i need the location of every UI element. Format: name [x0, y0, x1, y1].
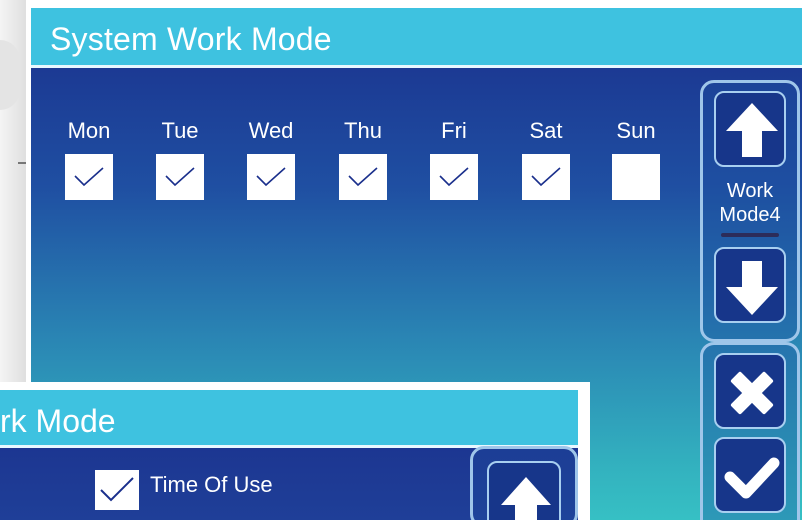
checkmark-icon	[531, 167, 561, 187]
mode-label: Work Mode4	[708, 179, 792, 227]
title-bar: System Work Mode	[31, 8, 802, 68]
action-button-group	[700, 342, 800, 520]
mode-label-line1: Work	[726, 180, 774, 202]
overlay-title-bar: rk Mode	[0, 390, 578, 448]
day-thu: Thu	[333, 118, 393, 200]
checkmark-icon	[348, 167, 378, 187]
checkmark-icon	[165, 167, 195, 187]
day-tue: Tue	[150, 118, 210, 200]
day-label: Sat	[529, 118, 563, 143]
day-label: Fri	[441, 118, 467, 143]
overlay-title: rk Mode	[0, 403, 116, 439]
overlay-up-button[interactable]	[487, 461, 561, 520]
mode-label-line2: Mode4	[719, 204, 781, 226]
day-mon: Mon	[59, 118, 119, 200]
background-tick	[18, 162, 26, 164]
confirm-button[interactable]	[714, 437, 786, 513]
day-checkbox-sun[interactable]	[612, 154, 660, 200]
day-checkbox-wed[interactable]	[247, 154, 295, 200]
overlay-screen: rk Mode Time Of Use	[0, 382, 590, 520]
day-fri: Fri	[424, 118, 484, 200]
mode-selector-group: Work Mode4	[700, 80, 800, 342]
close-icon	[730, 371, 774, 415]
day-wed: Wed	[241, 118, 301, 200]
time-of-use-checkbox[interactable]	[95, 470, 139, 510]
check-icon	[724, 457, 780, 499]
day-label: Thu	[344, 118, 382, 143]
checkmark-icon	[439, 167, 469, 187]
mode-down-button[interactable]	[714, 247, 786, 323]
day-checkbox-tue[interactable]	[156, 154, 204, 200]
day-label: Wed	[248, 118, 294, 143]
arrow-down-icon	[726, 261, 778, 315]
arrow-up-icon	[726, 103, 778, 157]
page-title: System Work Mode	[50, 21, 332, 57]
day-checkbox-fri[interactable]	[430, 154, 478, 200]
overlay-panel: rk Mode Time Of Use	[0, 390, 578, 520]
day-checkbox-mon[interactable]	[65, 154, 113, 200]
checkmark-icon	[100, 477, 134, 502]
background-shape	[0, 40, 20, 110]
cancel-button[interactable]	[714, 353, 786, 429]
day-sun: Sun	[606, 118, 666, 200]
time-of-use-label: Time Of Use	[150, 472, 273, 497]
day-label: Sun	[616, 118, 656, 143]
mode-up-button[interactable]	[714, 91, 786, 167]
checkmark-icon	[74, 167, 104, 187]
day-label: Tue	[161, 118, 199, 143]
overlay-side-group	[470, 446, 578, 520]
arrow-up-icon	[501, 477, 551, 520]
day-checkbox-thu[interactable]	[339, 154, 387, 200]
day-sat: Sat	[516, 118, 576, 200]
checkmark-icon	[256, 167, 286, 187]
day-checkbox-sat[interactable]	[522, 154, 570, 200]
mode-indicator-bar	[721, 233, 779, 237]
day-label: Mon	[67, 118, 111, 143]
